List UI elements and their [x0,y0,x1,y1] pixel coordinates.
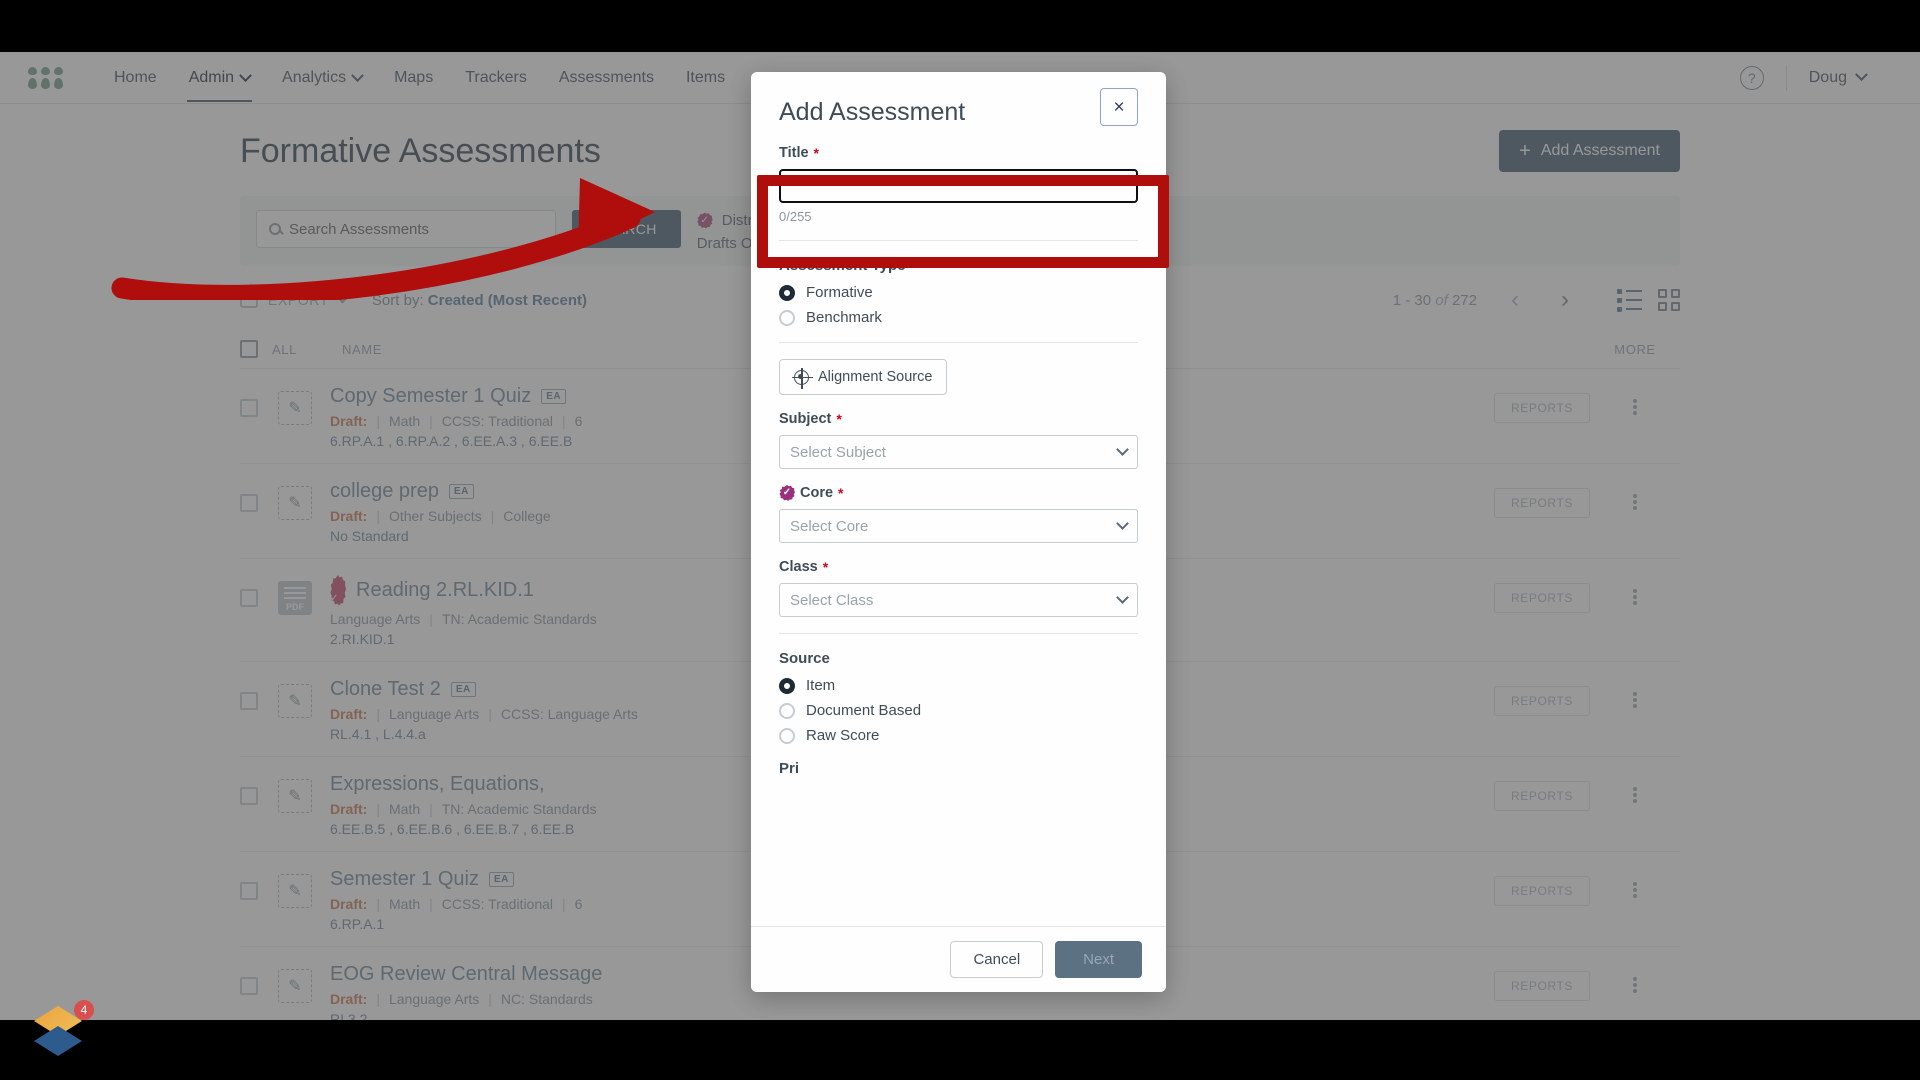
subject-field-group: Subject * Select Subject [779,411,1138,469]
chevron-down-icon [1116,517,1129,530]
radio-raw-score[interactable]: Raw Score [779,727,1138,744]
subject-placeholder: Select Subject [790,443,886,461]
subject-label-text: Subject [779,411,832,427]
divider [779,633,1138,634]
radio-label: Item [806,677,836,694]
divider [779,240,1138,241]
title-input[interactable] [778,168,1139,204]
title-char-counter: 0/255 [779,209,812,224]
modal-header: Add Assessment × [751,72,1166,145]
radio-label: Benchmark [806,309,882,326]
radio-item[interactable]: Item [779,677,1138,694]
core-placeholder: Select Core [790,517,869,535]
radio-benchmark[interactable]: Benchmark [779,309,1138,326]
core-select[interactable]: Select Core [779,509,1138,543]
divider [779,342,1138,343]
class-label: Class * [779,559,1138,575]
core-label-text: Core [800,485,834,501]
core-label: ✓ Core * [779,485,1138,501]
radio-formative[interactable]: Formative [779,284,1138,301]
radio-label: Formative [806,284,873,301]
modal-body: Title * 0/255 Assessment Type Formative … [751,145,1166,926]
alignment-source-label: Alignment Source [818,369,933,385]
radio-button-icon [779,677,795,694]
subject-select[interactable]: Select Subject [779,435,1138,469]
add-assessment-modal: Add Assessment × Title * 0/255 Assessmen… [751,72,1166,992]
chevron-down-icon [1116,591,1129,604]
close-icon[interactable]: × [1100,88,1138,126]
class-field-group: Class * Select Class [779,559,1138,617]
assessment-type-label: Assessment Type [779,257,906,274]
title-label: Title * [779,145,1138,161]
modal-footer: Cancel Next [751,926,1166,992]
badge-check-icon: ✓ [779,485,795,501]
title-field-group: Title * 0/255 [778,145,1139,224]
class-select[interactable]: Select Class [779,583,1138,617]
class-placeholder: Select Class [790,591,874,609]
next-button[interactable]: Next [1055,941,1142,978]
title-label-text: Title [779,145,809,161]
required-asterisk: * [822,559,829,575]
clipped-section-label: Pri [779,760,800,777]
screen: Home Admin Analytics Maps Trackers Asses… [0,0,1920,1080]
radio-label: Raw Score [806,727,880,744]
radio-document-based[interactable]: Document Based [779,702,1138,719]
required-asterisk: * [813,145,819,161]
annotation-arrow-icon [111,178,655,300]
required-asterisk: * [838,485,844,501]
fab-diamond-bottom [34,1026,82,1056]
source-label: Source [779,650,830,667]
notification-fab[interactable]: 4 [28,1000,94,1062]
radio-button-icon [779,309,795,326]
cancel-button[interactable]: Cancel [950,941,1044,978]
class-label-text: Class [779,559,818,575]
modal-title: Add Assessment [779,98,966,126]
alignment-source-group: Alignment Source [779,359,1138,395]
subject-label: Subject * [779,411,1138,427]
radio-button-icon [779,702,795,719]
radio-button-icon [779,284,795,301]
target-icon [792,367,813,389]
assessment-type-group: Assessment Type Formative Benchmark [779,257,1138,326]
source-group: Source Item Document Based Raw Score [779,650,1138,744]
chevron-down-icon [1116,443,1129,456]
required-asterisk: * [836,411,842,427]
radio-label: Document Based [806,702,922,719]
core-field-group: ✓ Core * Select Core [779,485,1138,543]
fab-count-badge: 4 [74,1000,94,1020]
radio-button-icon [779,727,795,744]
alignment-source-button[interactable]: Alignment Source [779,359,948,395]
